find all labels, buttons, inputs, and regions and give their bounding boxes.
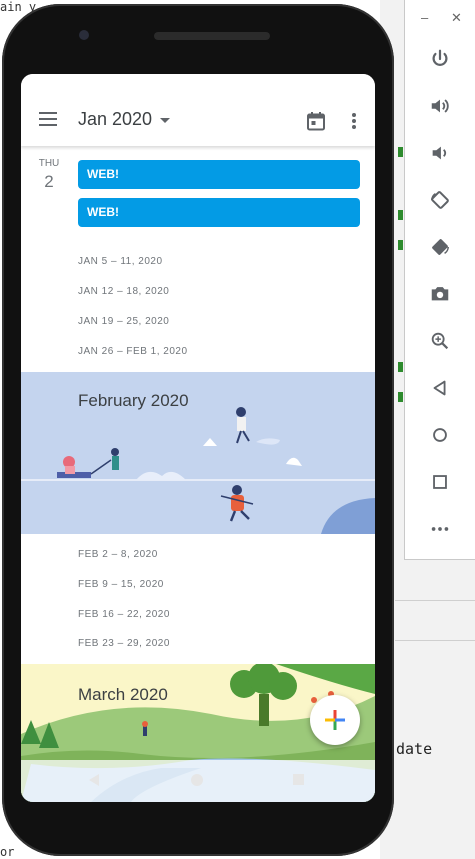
volume-up-icon[interactable] — [427, 93, 453, 119]
emulator-window-buttons: – ✕ — [405, 10, 475, 28]
ide-text-fragment: or — [0, 845, 15, 859]
create-event-button[interactable] — [310, 695, 360, 745]
system-nav-bar — [21, 760, 375, 802]
app-bar: Jan 2020 — [21, 74, 375, 146]
overflow-menu-icon[interactable] — [351, 112, 357, 130]
ide-code-fragment: date — [396, 740, 433, 758]
month-title[interactable]: March 2020 — [78, 685, 168, 705]
front-camera — [79, 30, 89, 40]
week-label[interactable]: JAN 12 – 18, 2020 — [78, 286, 169, 297]
phone-frame: Jan 2020 THU 2 WEB! WEB! JAN 5 – 11, 202… — [2, 4, 394, 856]
back-icon[interactable] — [87, 773, 101, 787]
volume-down-icon[interactable] — [427, 140, 453, 166]
ide-divider — [395, 640, 475, 641]
camera-icon[interactable] — [427, 281, 453, 307]
menu-icon[interactable] — [39, 112, 57, 126]
emulator-toolbar: – ✕ — [404, 0, 475, 560]
week-label[interactable]: FEB 16 – 22, 2020 — [78, 609, 170, 620]
day-of-week: THU — [38, 158, 60, 169]
winter-illustration — [21, 407, 375, 534]
overview-icon[interactable] — [293, 774, 304, 785]
week-label[interactable]: FEB 2 – 8, 2020 — [78, 549, 158, 560]
back-icon[interactable] — [427, 375, 453, 401]
week-label[interactable]: JAN 26 – FEB 1, 2020 — [78, 346, 188, 357]
phone-screen: Jan 2020 THU 2 WEB! WEB! JAN 5 – 11, 202… — [21, 74, 375, 802]
more-icon[interactable] — [427, 516, 453, 542]
minimize-button[interactable]: – — [421, 10, 428, 25]
week-label[interactable]: FEB 23 – 29, 2020 — [78, 638, 170, 649]
month-title[interactable]: February 2020 — [78, 391, 189, 411]
page-title: Jan 2020 — [78, 109, 153, 129]
overview-icon[interactable] — [427, 469, 453, 495]
week-label[interactable]: JAN 5 – 11, 2020 — [78, 256, 163, 267]
week-label[interactable]: JAN 19 – 25, 2020 — [78, 316, 169, 327]
month-selector[interactable]: Jan 2020 — [78, 109, 171, 130]
close-button[interactable]: ✕ — [451, 10, 462, 26]
event-chip[interactable]: WEB! — [78, 198, 360, 227]
week-label[interactable]: FEB 9 – 15, 2020 — [78, 579, 164, 590]
home-icon[interactable] — [427, 422, 453, 448]
zoom-icon[interactable] — [427, 328, 453, 354]
rotate-left-icon[interactable] — [427, 187, 453, 213]
plus-icon — [325, 710, 345, 730]
day-number: 2 — [44, 172, 54, 191]
chevron-down-icon — [160, 117, 171, 123]
home-icon[interactable] — [191, 774, 203, 786]
ide-divider — [395, 600, 475, 601]
rotate-right-icon[interactable] — [427, 234, 453, 260]
day-header[interactable]: THU 2 — [38, 158, 60, 192]
earpiece-speaker — [154, 32, 270, 40]
event-chip[interactable]: WEB! — [78, 160, 360, 189]
february-banner: February 2020 — [21, 372, 375, 534]
calendar-today-icon[interactable] — [306, 111, 326, 131]
power-icon[interactable] — [427, 46, 453, 72]
